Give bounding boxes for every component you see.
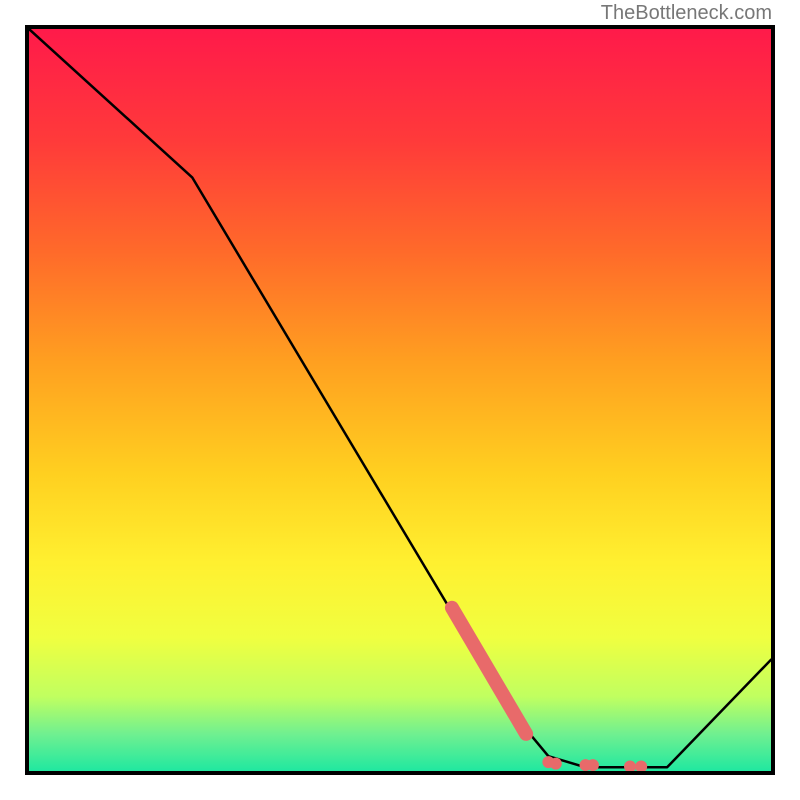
chart-container: TheBottleneck.com bbox=[0, 0, 800, 800]
plot-area bbox=[25, 25, 775, 775]
highlight-dots-point bbox=[587, 759, 599, 771]
chart-svg bbox=[29, 29, 771, 771]
gradient-background bbox=[29, 29, 771, 771]
highlight-dots-point bbox=[550, 758, 562, 770]
attribution-text: TheBottleneck.com bbox=[601, 2, 772, 25]
